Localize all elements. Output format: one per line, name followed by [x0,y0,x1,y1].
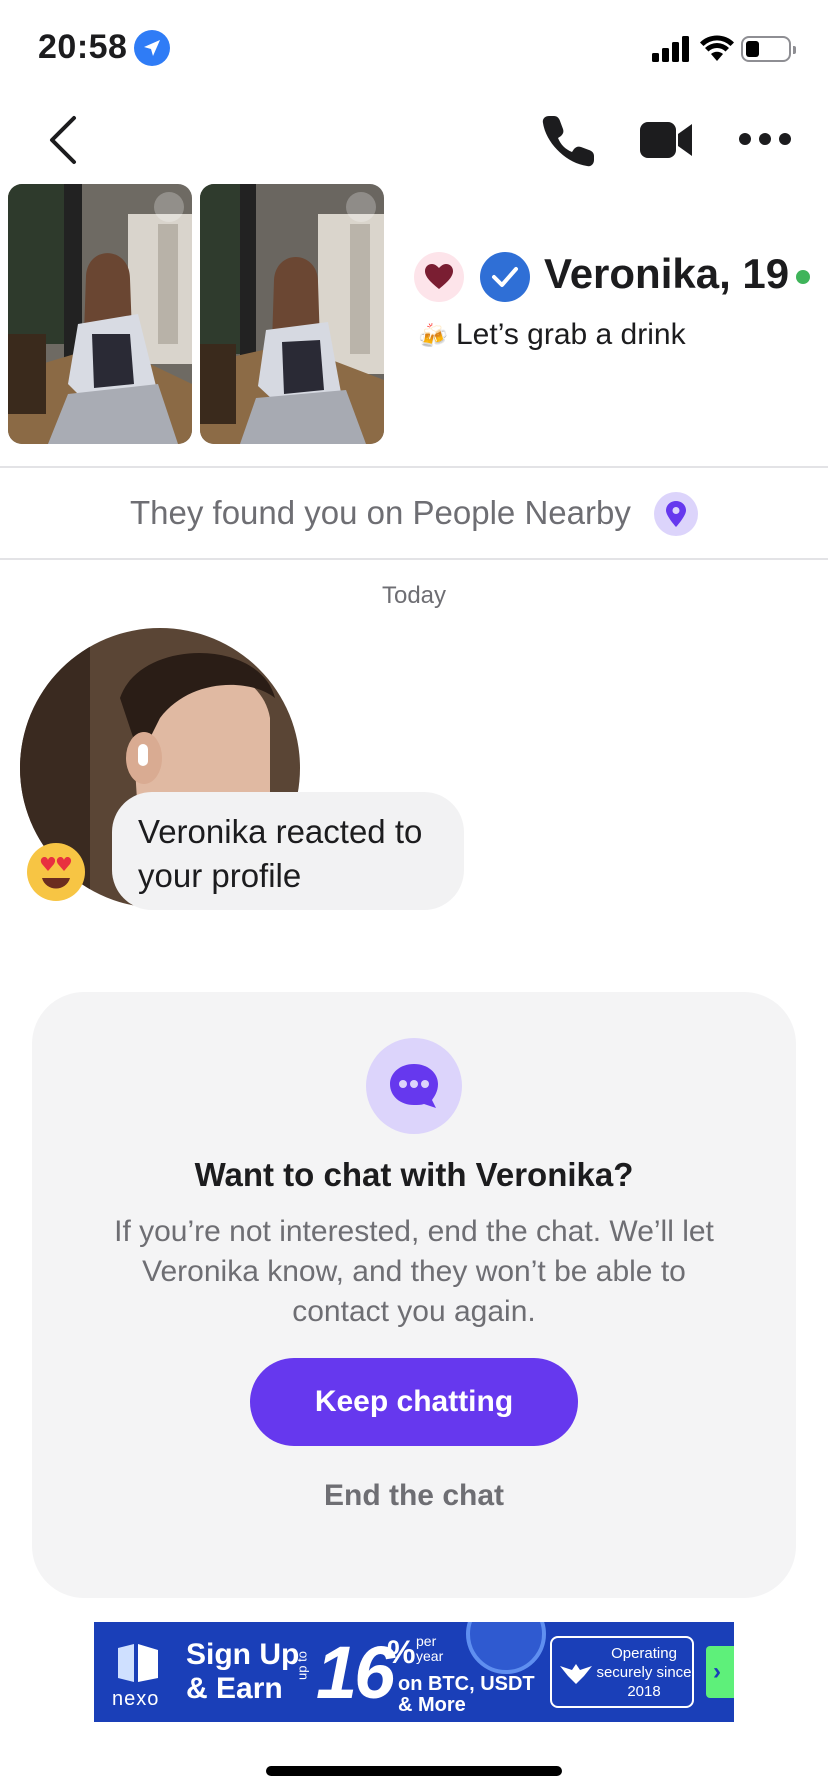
like-photo-icon[interactable] [346,192,376,222]
date-separator: Today [381,582,447,609]
video-camera-icon[interactable] [638,118,694,162]
wifi-icon [700,35,734,61]
beer-mugs-icon: 🍻 [418,323,448,350]
location-arrow-icon [134,30,170,66]
profile-photo-2[interactable] [200,184,384,444]
location-pin-icon [654,492,698,536]
heart-eyes-emoji [27,843,85,901]
keep-chatting-button[interactable]: Keep chatting [250,1358,578,1446]
chat-bubble-icon [366,1038,462,1134]
divider [0,558,828,560]
profile-photo-1[interactable] [8,184,192,444]
coin-icon [466,1622,546,1674]
prompt-title: Want to chat with Veronika? [194,1156,634,1193]
online-indicator [796,270,810,284]
ad-rate: 16 [316,1631,395,1714]
chat-decision-card: Want to chat with Veronika? If you’re no… [32,992,796,1598]
ad-banner[interactable]: nexo Sign Up & Earn up to 16 % per year … [94,1622,734,1722]
ad-brand: nexo [112,1688,160,1710]
nexo-logo-icon [118,1644,158,1682]
prompt-body: If you’re not interested, end the chat. … [114,1215,714,1328]
message-text: Veronika reacted to your profile [138,813,423,894]
status-time: 20:58 [38,28,128,66]
ad-assets: on BTC, USDT & More [398,1673,535,1716]
ad-headline: Sign Up & Earn [186,1638,300,1705]
found-banner: They found you on People Nearby [0,468,828,558]
chevron-left-icon[interactable] [40,108,88,172]
found-banner-text: They found you on People Nearby [130,494,631,531]
ad-per-year: per year [416,1633,444,1664]
ad-trust-text: Operating securely since 2018 [596,1645,692,1700]
phone-icon[interactable] [540,112,596,168]
like-photo-icon[interactable] [154,192,184,222]
home-indicator [266,1766,562,1776]
eagle-icon [560,1664,592,1684]
status-bar: 20:58 [0,0,828,100]
ad-percent: % [387,1634,416,1670]
cellular-signal-icon [652,36,689,62]
message-bubble[interactable]: Veronika reacted to your profile [112,792,464,910]
ad-up-to: up to [294,1651,310,1680]
ad-trust-badge: Operating securely since 2018 [550,1636,694,1708]
profile-status: Let’s grab a drink [456,318,686,351]
verified-check-icon [480,252,530,302]
ellipsis-icon[interactable] [738,126,792,152]
end-chat-button[interactable]: End the chat [250,1466,578,1526]
chevron-right-icon[interactable]: › [706,1646,734,1698]
profile-name[interactable]: Veronika, 19 [544,250,789,298]
heart-icon [414,252,464,302]
battery-icon [741,36,796,62]
